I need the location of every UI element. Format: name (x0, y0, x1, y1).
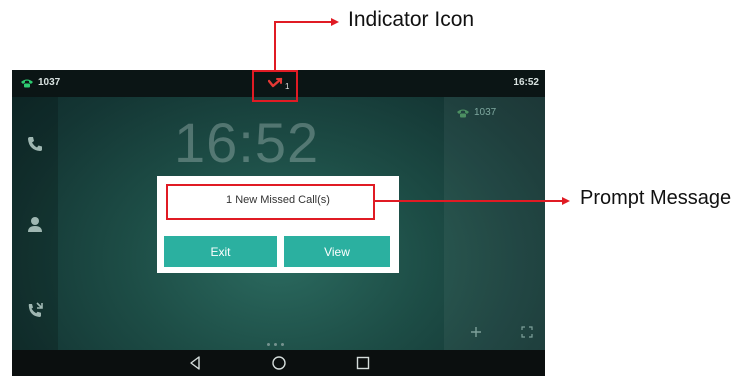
right-panel-account-number: 1037 (474, 107, 497, 118)
phone-handset-icon (21, 79, 33, 87)
status-account-number: 1037 (38, 77, 61, 88)
right-panel-account[interactable]: 1037 (456, 107, 496, 118)
indicator-icon-annotation-label: Indicator Icon (348, 8, 475, 31)
left-sidebar (12, 97, 58, 350)
missed-call-count: 1 (285, 82, 290, 91)
status-bar: 1037 1 16:52 (12, 70, 545, 97)
missed-call-dialog: 1 New Missed Call(s) Exit View (157, 176, 399, 273)
missed-call-icon (268, 77, 283, 88)
home-icon[interactable] (271, 355, 287, 371)
page-indicator-dots (267, 343, 284, 346)
expand-icon[interactable] (521, 326, 533, 338)
phone-handset-icon (457, 109, 469, 117)
phone-icon[interactable] (26, 135, 44, 153)
prompt-message-annotation-label: Prompt Message (580, 187, 732, 209)
missed-call-message: 1 New Missed Call(s) (226, 194, 330, 206)
call-log-icon[interactable] (26, 301, 44, 319)
back-icon[interactable] (187, 355, 203, 371)
navigation-bar (12, 350, 545, 376)
exit-button[interactable]: Exit (164, 236, 277, 267)
idle-clock: 16:52 (174, 111, 320, 174)
phone-screen: 1037 1 16:52 1037 16:52 1 New Missed Cal… (12, 70, 545, 376)
status-account: 1037 (20, 77, 60, 88)
annotated-screenshot: Indicator Icon Prompt Message 1037 1 16:… (0, 0, 746, 376)
recent-apps-icon[interactable] (355, 355, 371, 371)
right-panel: 1037 (444, 97, 545, 350)
add-icon[interactable] (470, 326, 482, 338)
view-button[interactable]: View (284, 236, 390, 267)
status-time: 16:52 (513, 77, 539, 88)
contacts-icon[interactable] (26, 215, 44, 233)
indicator-arrow (274, 18, 339, 71)
missed-call-indicator[interactable]: 1 (268, 76, 296, 92)
